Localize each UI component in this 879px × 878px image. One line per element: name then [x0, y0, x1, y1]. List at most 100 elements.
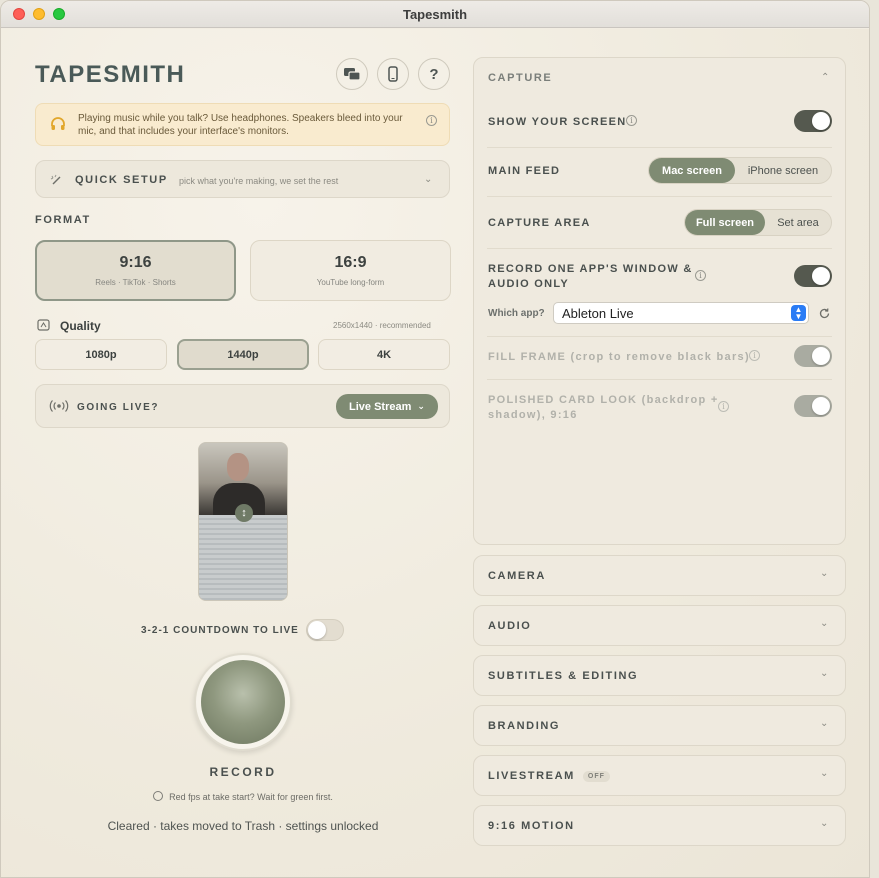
- capture-title: CAPTURE: [488, 72, 553, 84]
- warning-text: Playing music while you talk? Use headph…: [78, 113, 403, 137]
- capture-area-full-option[interactable]: Full screen: [685, 210, 765, 235]
- divider: [487, 379, 832, 380]
- chevron-down-icon: ⌄: [820, 568, 829, 579]
- branding-section[interactable]: BRANDING ⌄: [473, 705, 846, 746]
- main-content: TAPESMITH ? Playing music while you talk…: [1, 29, 869, 877]
- fill-frame-label: FILL FRAME (crop to remove black bars): [488, 351, 750, 363]
- which-app-label: Which app?: [488, 308, 545, 319]
- capture-area-label: CAPTURE AREA: [488, 217, 591, 229]
- record-button[interactable]: [194, 653, 292, 751]
- app-window: Tapesmith TAPESMITH ? Playing music whil…: [0, 0, 870, 878]
- broadcast-icon: [49, 400, 69, 412]
- live-stream-label: Live Stream: [349, 400, 412, 413]
- iphone-button[interactable]: [377, 58, 409, 90]
- close-window-button[interactable]: [13, 8, 25, 20]
- which-app-value: Ableton Live: [562, 305, 634, 321]
- subtitles-section[interactable]: SUBTITLES & EDITING ⌄: [473, 655, 846, 696]
- main-feed-iphone-option[interactable]: iPhone screen: [735, 158, 831, 183]
- quick-setup-hint: pick what you're making, we set the rest: [179, 176, 339, 186]
- title-bar: Tapesmith: [1, 1, 869, 28]
- livestream-section[interactable]: LIVESTREAM OFF ⌄: [473, 755, 846, 796]
- polished-card-info-icon[interactable]: i: [718, 401, 729, 412]
- off-badge: OFF: [582, 771, 610, 782]
- help-icon: ?: [429, 65, 439, 83]
- countdown-label: 3-2-1 COUNTDOWN TO LIVE: [141, 625, 299, 636]
- main-feed-segmented: Mac screen iPhone screen: [648, 157, 832, 184]
- motion-section-label: 9:16 MOTION: [488, 820, 575, 832]
- record-one-app-info-icon[interactable]: i: [695, 270, 706, 281]
- toggle-knob: [308, 621, 326, 639]
- toggle-knob: [812, 347, 830, 365]
- fill-frame-toggle[interactable]: [794, 345, 832, 367]
- quality-icon: [37, 319, 50, 331]
- chevron-down-icon: ⌄: [417, 401, 425, 411]
- branding-section-label: BRANDING: [488, 720, 561, 732]
- polished-card-label-2: shadow), 9:16: [488, 409, 578, 421]
- minimize-window-button[interactable]: [33, 8, 45, 20]
- format-subtitle: Reels · TikTok · Shorts: [95, 278, 176, 287]
- screen-feed: [199, 515, 287, 600]
- which-app-select[interactable]: Ableton Live ▲ ▼: [553, 302, 809, 324]
- toggle-knob: [812, 267, 830, 285]
- countdown-toggle[interactable]: [306, 619, 344, 641]
- chevron-down-icon: ⌄: [820, 618, 829, 629]
- show-screen-info-icon[interactable]: i: [626, 115, 637, 126]
- help-button[interactable]: ?: [418, 58, 450, 90]
- quick-setup-label: QUICK SETUP: [75, 174, 168, 186]
- chevron-down-icon: ⌄: [820, 718, 829, 729]
- format-9-16-card[interactable]: 9:16 Reels · TikTok · Shorts: [35, 240, 236, 301]
- select-arrows-icon: ▲ ▼: [791, 305, 806, 321]
- format-title: 9:16: [119, 254, 152, 271]
- motion-section[interactable]: 9:16 MOTION ⌄: [473, 805, 846, 846]
- phone-icon: [388, 66, 398, 82]
- audio-section-label: AUDIO: [488, 620, 532, 632]
- show-screen-toggle[interactable]: [794, 110, 832, 132]
- chevron-down-icon: ⌄: [424, 174, 433, 185]
- swap-layout-icon[interactable]: ↕: [235, 504, 253, 522]
- windows-button[interactable]: [336, 58, 368, 90]
- camera-section-label: CAMERA: [488, 570, 546, 582]
- warning-info-icon[interactable]: i: [426, 115, 437, 126]
- refresh-icon[interactable]: [818, 307, 831, 320]
- polished-card-label-1: POLISHED CARD LOOK (backdrop +: [488, 394, 719, 406]
- main-feed-mac-option[interactable]: Mac screen: [649, 158, 735, 183]
- headphones-icon: [51, 117, 65, 130]
- capture-panel: CAPTURE ⌃: [473, 57, 846, 545]
- record-one-app-toggle[interactable]: [794, 265, 832, 287]
- format-16-9-card[interactable]: 16:9 YouTube long-form: [250, 240, 451, 301]
- fill-frame-info-icon[interactable]: i: [749, 350, 760, 361]
- headphones-warning: Playing music while you talk? Use headph…: [35, 103, 450, 146]
- record-hint: Red fps at take start? Wait for green fi…: [1, 791, 485, 802]
- quality-1080p-button[interactable]: 1080p: [35, 339, 167, 370]
- toggle-knob: [812, 112, 830, 130]
- record-hint-text: Red fps at take start? Wait for green fi…: [169, 792, 333, 802]
- record-one-app-label-2: AUDIO ONLY: [488, 278, 570, 290]
- windows-icon: [344, 68, 361, 81]
- quality-recommendation: 2560x1440 · recommended: [333, 321, 431, 330]
- camera-face: [227, 453, 249, 481]
- divider: [487, 336, 832, 337]
- divider: [487, 147, 832, 148]
- quality-4k-button[interactable]: 4K: [318, 339, 450, 370]
- camera-section[interactable]: CAMERA ⌄: [473, 555, 846, 596]
- quick-setup-toggle[interactable]: QUICK SETUP pick what you're making, we …: [35, 160, 450, 198]
- capture-area-set-option[interactable]: Set area: [765, 210, 831, 235]
- quality-1440p-button[interactable]: 1440p: [177, 339, 309, 370]
- record-one-app-label-1: RECORD ONE APP'S WINDOW &: [488, 263, 693, 275]
- record-button-face: [201, 660, 285, 744]
- chevron-down-icon: ⌄: [820, 818, 829, 829]
- format-title: 16:9: [334, 254, 367, 271]
- subtitles-section-label: SUBTITLES & EDITING: [488, 670, 639, 682]
- zoom-window-button[interactable]: [53, 8, 65, 20]
- format-label: FORMAT: [35, 214, 91, 226]
- live-stream-dropdown[interactable]: Live Stream ⌄: [336, 394, 438, 419]
- going-live-panel: GOING LIVE? Live Stream ⌄: [35, 384, 450, 428]
- preview-thumbnail[interactable]: ↕: [198, 442, 288, 601]
- divider: [487, 196, 832, 197]
- gauge-icon: [153, 791, 164, 801]
- livestream-label-text: LIVESTREAM: [488, 770, 575, 782]
- audio-section[interactable]: AUDIO ⌄: [473, 605, 846, 646]
- format-subtitle: YouTube long-form: [316, 278, 385, 287]
- polished-card-toggle[interactable]: [794, 395, 832, 417]
- chevron-up-icon[interactable]: ⌃: [821, 72, 829, 83]
